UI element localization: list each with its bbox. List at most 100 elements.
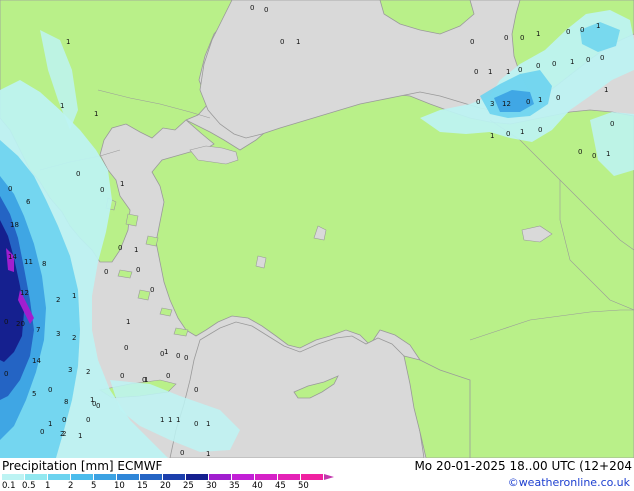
map-value: 3 bbox=[68, 366, 72, 374]
map-value: 0 bbox=[150, 286, 154, 294]
map-value: 1 bbox=[536, 30, 540, 38]
map-value: 0 bbox=[4, 370, 8, 378]
scale-swatch bbox=[255, 474, 278, 480]
map-value: 0 bbox=[76, 170, 80, 178]
precipitation-color-scale bbox=[2, 474, 334, 480]
map-value: 0 bbox=[566, 28, 570, 36]
map-value: 1 bbox=[48, 420, 52, 428]
map-value: 1 bbox=[94, 110, 98, 118]
scale-swatch bbox=[186, 474, 209, 480]
scale-swatch bbox=[48, 474, 71, 480]
map-value: 0 bbox=[504, 34, 508, 42]
map-value: 2 bbox=[56, 296, 60, 304]
map-value: 1 bbox=[488, 68, 492, 76]
map-value: 0 bbox=[184, 354, 188, 362]
map-value: 0 bbox=[506, 130, 510, 138]
map-value: 0 bbox=[520, 34, 524, 42]
map-value: 1 bbox=[596, 22, 600, 30]
map-value: 1 bbox=[164, 348, 168, 356]
map-value: 1 bbox=[490, 132, 494, 140]
map-value: 0 bbox=[104, 268, 108, 276]
map-value: 3 bbox=[490, 100, 494, 108]
map-value: 2 bbox=[62, 430, 66, 438]
map-value: 0 bbox=[476, 98, 480, 106]
map-value: 0 bbox=[600, 54, 604, 62]
scale-swatch bbox=[117, 474, 140, 480]
map-value: 0 bbox=[96, 402, 100, 410]
map-value: 1 bbox=[604, 86, 608, 94]
map-value: 0 bbox=[250, 4, 254, 12]
map-value: 1 bbox=[90, 396, 94, 404]
map-value: 2 bbox=[86, 368, 90, 376]
credit-link[interactable]: ©weatheronline.co.uk bbox=[508, 476, 630, 489]
map-value: 0 bbox=[124, 344, 128, 352]
scale-swatch bbox=[301, 474, 324, 480]
map-value: 0 bbox=[586, 56, 590, 64]
map-value: 0 bbox=[180, 449, 184, 457]
map-value: 0 bbox=[118, 244, 122, 252]
map-value: 0 bbox=[470, 38, 474, 46]
map-value: 1 bbox=[206, 450, 210, 458]
map-value: 1 bbox=[538, 96, 542, 104]
map-value: 0 bbox=[592, 152, 596, 160]
map-value: 1 bbox=[120, 180, 124, 188]
map-value: 1 bbox=[60, 102, 64, 110]
map-value: 0 bbox=[526, 98, 530, 106]
map-value: 1 bbox=[570, 58, 574, 66]
map-value: 5 bbox=[32, 390, 36, 398]
map-value: 1 bbox=[126, 318, 130, 326]
map-value: 11 bbox=[24, 258, 33, 266]
map-value: 1 bbox=[606, 150, 610, 158]
map-value: 1 bbox=[176, 416, 180, 424]
map-value: 0 bbox=[194, 420, 198, 428]
map-value: 0 bbox=[536, 62, 540, 70]
map-value: 18 bbox=[10, 221, 19, 229]
map-value: 1 bbox=[66, 38, 70, 46]
scale-swatch bbox=[140, 474, 163, 480]
map-value: 0 bbox=[136, 266, 140, 274]
map-canvas: 0 0 1 0 1 0 0 6 18 14 11 8 12 20 7 2 1 3… bbox=[0, 0, 634, 458]
map-value: 0 bbox=[4, 318, 8, 326]
map-value: 1 bbox=[78, 432, 82, 440]
scale-swatch bbox=[71, 474, 94, 480]
map-value: 0 bbox=[556, 94, 560, 102]
map-value: 8 bbox=[64, 398, 68, 406]
map-value: 0 bbox=[86, 416, 90, 424]
map-value: 1 bbox=[160, 416, 164, 424]
scale-arrow-icon bbox=[324, 474, 334, 480]
map-value: 0 bbox=[48, 386, 52, 394]
precipitation-scale-labels: 0.1 0.5 1 2 5 10 15 20 25 30 35 40 45 50 bbox=[2, 481, 332, 491]
map-value: 12 bbox=[502, 100, 511, 108]
map-value: 7 bbox=[36, 326, 40, 334]
scale-swatch bbox=[209, 474, 232, 480]
map-value: 1 bbox=[296, 38, 300, 46]
map-value: 1 bbox=[168, 416, 172, 424]
scale-swatch bbox=[278, 474, 301, 480]
map-value: 0 bbox=[280, 38, 284, 46]
scale-swatch bbox=[94, 474, 117, 480]
map-value: 1 bbox=[134, 246, 138, 254]
scale-swatch bbox=[25, 474, 48, 480]
map-value: 0 bbox=[474, 68, 478, 76]
map-value: 14 bbox=[32, 357, 41, 365]
map-value: 0 bbox=[166, 372, 170, 380]
map-value: 2 bbox=[72, 334, 76, 342]
map-value: 0 bbox=[578, 148, 582, 156]
map-value: 1 bbox=[72, 292, 76, 300]
map-value: 12 bbox=[20, 289, 29, 297]
map-value: 0 bbox=[100, 186, 104, 194]
map-value: 1 bbox=[506, 68, 510, 76]
map-value: 0 bbox=[120, 372, 124, 380]
map-value: 6 bbox=[26, 198, 31, 206]
map-value: 0 bbox=[580, 26, 584, 34]
scale-swatch bbox=[163, 474, 186, 480]
precipitation-map: 0 0 1 0 1 0 0 6 18 14 11 8 12 20 7 2 1 3… bbox=[0, 0, 634, 458]
map-value: 0 bbox=[610, 120, 614, 128]
map-value: 1 bbox=[520, 128, 524, 136]
map-value: 0 bbox=[40, 428, 44, 436]
map-value: 14 bbox=[8, 253, 17, 261]
valid-time: Mo 20-01-2025 18..00 UTC (12+204 bbox=[414, 459, 632, 473]
map-footer: Precipitation [mm] ECMWF Mo 20-01-2025 1… bbox=[0, 458, 634, 491]
map-value: 3 bbox=[56, 330, 60, 338]
map-value: 0 bbox=[552, 60, 556, 68]
